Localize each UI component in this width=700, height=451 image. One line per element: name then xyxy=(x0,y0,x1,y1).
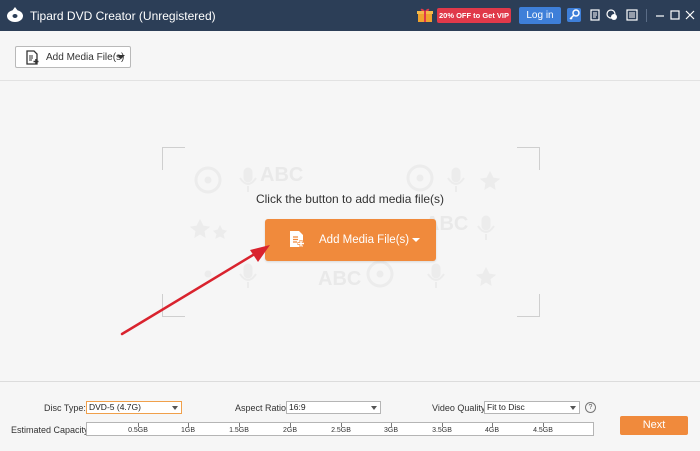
add-media-toolbar-button[interactable]: Add Media File(s) xyxy=(15,46,131,68)
aspect-ratio-select[interactable]: 16:9 xyxy=(286,401,381,414)
add-media-main-button[interactable]: Add Media File(s) xyxy=(265,219,436,261)
next-button[interactable]: Next xyxy=(620,416,688,435)
capacity-tick-label: 1.5GB xyxy=(229,427,249,434)
gift-icon[interactable] xyxy=(417,7,433,23)
chevron-down-icon xyxy=(371,406,377,410)
capacity-tick-label: 3GB xyxy=(383,427,399,434)
capacity-tick-label: 1GB xyxy=(180,427,196,434)
video-quality-value: Fit to Disc xyxy=(487,402,525,412)
app-title: Tipard DVD Creator (Unregistered) xyxy=(30,9,216,23)
toolbar-divider xyxy=(0,80,700,81)
capacity-tick-label: 4.5GB xyxy=(533,427,553,434)
video-quality-select[interactable]: Fit to Disc xyxy=(484,401,580,414)
video-quality-label: Video Quality: xyxy=(432,403,488,413)
aspect-ratio-value: 16:9 xyxy=(289,402,306,412)
app-logo-icon xyxy=(7,7,23,22)
capacity-label: Estimated Capacity: xyxy=(11,425,92,435)
capacity-tick-label: 4GB xyxy=(484,427,500,434)
maximize-icon[interactable] xyxy=(668,8,682,22)
close-icon[interactable] xyxy=(683,8,697,22)
add-file-icon xyxy=(290,231,305,247)
promo-badge[interactable]: 20% OFF to Get VIP xyxy=(437,8,511,23)
disc-type-value: DVD-5 (4.7G) xyxy=(89,402,141,412)
chevron-down-icon[interactable] xyxy=(412,238,420,242)
watermark-text: ABC xyxy=(318,268,362,290)
feedback-icon[interactable] xyxy=(605,8,619,22)
capacity-tick-label: 0.5GB xyxy=(128,427,148,434)
capacity-bar: 0.5GB 1GB 1.5GB 2GB 2.5GB 3GB 3.5GB 4GB … xyxy=(86,422,594,436)
capacity-tick-label: 3.5GB xyxy=(432,427,452,434)
chevron-down-icon xyxy=(570,406,576,410)
disc-type-label: Disc Type: xyxy=(44,403,86,413)
capacity-tick-label: 2GB xyxy=(282,427,298,434)
aspect-ratio-label: Aspect Ratio: xyxy=(235,403,289,413)
add-media-toolbar-label: Add Media File(s) xyxy=(46,52,125,63)
help-icon[interactable]: ? xyxy=(585,402,596,413)
add-media-prompt: Click the button to add media file(s) xyxy=(255,192,445,206)
watermark-text: ABC xyxy=(260,164,304,186)
key-icon[interactable] xyxy=(567,8,581,22)
chevron-down-icon xyxy=(172,406,178,410)
disc-type-select[interactable]: DVD-5 (4.7G) xyxy=(86,401,182,414)
login-button[interactable]: Log in xyxy=(519,7,561,24)
register-icon[interactable] xyxy=(588,8,602,22)
chevron-down-icon[interactable] xyxy=(117,55,125,59)
menu-icon[interactable] xyxy=(625,8,639,22)
add-file-icon xyxy=(26,50,39,65)
output-settings-panel xyxy=(0,381,700,451)
minimize-icon[interactable] xyxy=(653,8,667,22)
add-media-main-label: Add Media File(s) xyxy=(319,234,410,246)
title-bar: Tipard DVD Creator (Unregistered) 20% OF… xyxy=(0,0,700,31)
title-separator xyxy=(646,9,647,22)
capacity-tick-label: 2.5GB xyxy=(331,427,351,434)
